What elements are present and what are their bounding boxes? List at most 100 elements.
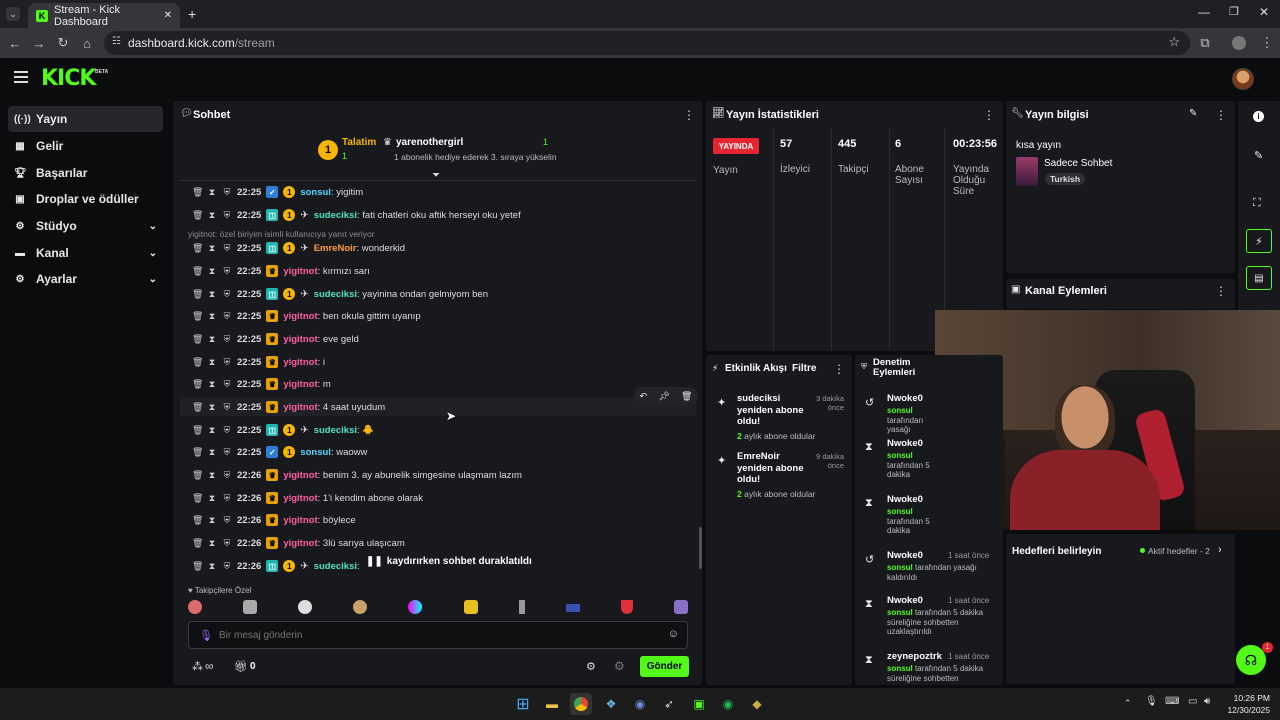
chat-scrollbar[interactable] xyxy=(699,527,702,569)
emote-icon[interactable] xyxy=(673,600,688,614)
ban-icon[interactable]: ⛨ xyxy=(222,187,232,198)
message-username[interactable]: sonsul xyxy=(300,187,331,198)
steam-icon[interactable]: ➶ xyxy=(658,693,680,715)
ban-icon[interactable]: ⛨ xyxy=(222,425,232,436)
delete-message-icon[interactable]: 🗑︎ xyxy=(192,187,203,198)
notes-icon[interactable]: ▤ xyxy=(1246,266,1272,290)
sidebar-item-gelir[interactable]: ▦ Gelir xyxy=(8,133,163,159)
message-username[interactable]: yigitnot xyxy=(283,357,317,368)
ban-icon[interactable]: ⛨ xyxy=(222,289,232,300)
message-username[interactable]: yigitnot xyxy=(283,515,317,526)
timeout-icon[interactable]: ⧗ xyxy=(207,402,217,413)
user-avatar[interactable] xyxy=(1232,68,1254,90)
delete-message-icon[interactable]: 🗑︎ xyxy=(192,493,203,504)
chat-input-field[interactable] xyxy=(219,627,639,643)
sidebar-item-kanal[interactable]: ▬ Kanal ⌄ xyxy=(8,240,163,266)
kick-app-icon[interactable]: ▣ xyxy=(688,693,710,715)
emote-icon[interactable] xyxy=(463,600,478,614)
hamburger-menu-icon[interactable] xyxy=(14,71,28,83)
forward-icon[interactable]: → xyxy=(30,34,48,52)
bookmark-star-icon[interactable]: ☆ xyxy=(1168,34,1180,50)
timeout-icon[interactable]: ⧗ xyxy=(207,311,217,322)
send-button[interactable]: Gönder xyxy=(640,656,689,677)
chat-message[interactable]: 🗑︎ ⧗ ⛨ 22:25 ✓ 1 sonsul: yigitim xyxy=(192,183,363,201)
minimize-icon[interactable]: — xyxy=(1198,5,1210,19)
ban-icon[interactable]: ⛨ xyxy=(222,210,232,221)
edit-pencil-icon[interactable]: ✎ xyxy=(1189,108,1197,119)
timeout-icon[interactable]: ⧗ xyxy=(207,334,217,345)
chat-menu-icon[interactable]: ⋮ xyxy=(683,108,695,122)
browser-tab[interactable]: K Stream - Kick Dashboard ✕ xyxy=(28,3,180,28)
chat-message[interactable]: 🗑︎ ⧗ ⛨ 22:25 ♛ yigitnot: m xyxy=(192,375,331,393)
message-username[interactable]: EmreNoir xyxy=(314,243,357,254)
file-explorer-icon[interactable]: ▬ xyxy=(541,693,563,715)
chevron-right-icon[interactable]: › xyxy=(1218,544,1222,556)
volume-tray-icon[interactable]: 🔊︎ xyxy=(1204,696,1210,707)
reply-icon[interactable]: ↶ xyxy=(640,391,648,402)
ban-icon[interactable]: ⛨ xyxy=(222,357,232,368)
discord-icon[interactable]: ◉ xyxy=(629,693,651,715)
activity-filter[interactable]: Filtre xyxy=(792,363,816,374)
mod-user[interactable]: Nwoke0 xyxy=(887,438,923,449)
chat-mod-icon[interactable]: ⚙ xyxy=(614,659,625,673)
message-username[interactable]: yigitnot xyxy=(283,334,317,345)
gift-box-icon[interactable]: 🎁︎ xyxy=(234,660,248,673)
delete-message-icon[interactable]: 🗑︎ xyxy=(192,379,203,390)
ban-icon[interactable]: ⛨ xyxy=(222,493,232,504)
emote-icon[interactable] xyxy=(518,600,525,614)
window-close-icon[interactable]: ✕ xyxy=(1259,5,1269,19)
message-username[interactable]: yigitnot xyxy=(283,402,317,413)
timeout-icon[interactable]: ⧗ xyxy=(207,357,217,368)
timeout-icon[interactable]: ⧗ xyxy=(207,493,217,504)
info-icon[interactable]: i xyxy=(1253,111,1264,122)
chat-message[interactable]: 🗑︎ ⧗ ⛨ 22:25 ♛ yigitnot: kırmızı sarı xyxy=(192,262,370,280)
message-username[interactable]: sudeciksi xyxy=(314,425,357,436)
activity-user[interactable]: EmreNoir xyxy=(737,451,780,462)
message-username[interactable]: sudeciksi xyxy=(314,289,357,300)
language-tag[interactable]: Turkish xyxy=(1045,173,1086,185)
app-icon[interactable]: ❖ xyxy=(600,693,622,715)
profile-avatar-icon[interactable] xyxy=(1232,36,1246,50)
chat-message[interactable]: 🗑︎ ⧗ ⛨ 22:26 ♛ yigitnot: 3lü sarıya ulaşıcam xyxy=(192,534,405,552)
message-username[interactable]: sudeciksi xyxy=(314,210,357,221)
chat-message[interactable]: 🗑︎ ⧗ ⛨ 22:25 ◫ 1 ✈︎ sudeciksi: fati chatleri ok… xyxy=(192,206,521,224)
activity-user[interactable]: sudeciksi xyxy=(737,393,780,404)
delete-message-icon[interactable]: 🗑︎ xyxy=(192,311,203,322)
emote-icon[interactable] xyxy=(353,600,368,614)
community-points-icon[interactable]: ⁂ xyxy=(192,660,203,673)
ban-icon[interactable]: ⛨ xyxy=(222,515,232,526)
sidebar-item-basarilar[interactable]: 🏆︎ Başarılar xyxy=(8,160,163,186)
tray-chevron-icon[interactable]: ⌃ xyxy=(1124,698,1132,709)
chat-message[interactable]: 🗑︎ ⧗ ⛨ 22:26 ♛ yigitnot: 1'i kendim abone ola… xyxy=(192,489,423,507)
chat-message[interactable]: 🗑︎ ⧗ ⛨ 22:25 ♛ yigitnot: ben okula gittim uya… xyxy=(192,307,421,325)
emote-icon[interactable] xyxy=(298,600,313,614)
tab-list-chevron-icon[interactable]: ⌄ xyxy=(6,7,20,21)
kick-logo[interactable]: KICK xyxy=(41,66,96,91)
chat-message[interactable]: 🗑︎ ⧗ ⛨ 22:25 ♛ yigitnot: 4 saat uyudum xyxy=(192,398,385,416)
sidebar-item-droplar[interactable]: ▣ Droplar ve ödüller xyxy=(8,186,163,212)
chat-settings-icon[interactable]: ⚙ xyxy=(586,660,596,673)
chat-message[interactable]: 🗑︎ ⧗ ⛨ 22:25 ◫ 1 ✈︎ sudeciksi: 🐥 xyxy=(192,421,374,439)
timeout-icon[interactable]: ⧗ xyxy=(207,538,217,549)
lightning-icon[interactable]: ⚡︎ xyxy=(1246,229,1272,253)
leaderboard-name-1[interactable]: Talatim xyxy=(342,137,376,148)
chat-message[interactable]: 🗑︎ ⧗ ⛨ 22:26 ♛ yigitnot: benim 3. ay abunelik… xyxy=(192,466,522,484)
timeout-icon[interactable]: ⧗ xyxy=(207,243,217,254)
delete-message-icon[interactable]: 🗑︎ xyxy=(192,289,203,300)
delete-message-icon[interactable]: 🗑︎ xyxy=(192,357,203,368)
emote-icon[interactable] xyxy=(188,600,202,614)
clock-time[interactable]: 10:26 PM xyxy=(1230,693,1270,703)
microphone-icon[interactable]: 🎙︎ xyxy=(199,629,213,642)
chat-message[interactable]: 🗑︎ ⧗ ⛨ 22:25 ♛ yigitnot: eve geld xyxy=(192,330,359,348)
chat-message[interactable]: 🗑︎⧗⛨22:26◫1✈︎sudeciksi: se xyxy=(192,557,372,575)
emoji-icon[interactable]: ☺ xyxy=(668,628,679,640)
timeout-icon[interactable]: ⧗ xyxy=(207,210,217,221)
stats-menu-icon[interactable]: ⋮ xyxy=(983,108,995,122)
windows-start-icon[interactable]: ⊞ xyxy=(512,693,534,715)
delete-message-icon[interactable]: 🗑︎ xyxy=(192,447,203,458)
pin-icon[interactable]: 📌︎ xyxy=(658,391,669,402)
mod-user[interactable]: Nwoke0 xyxy=(887,550,923,561)
message-username[interactable]: yigitnot xyxy=(283,379,317,390)
ban-icon[interactable]: ⛨ xyxy=(222,561,232,572)
ban-icon[interactable]: ⛨ xyxy=(222,470,232,481)
